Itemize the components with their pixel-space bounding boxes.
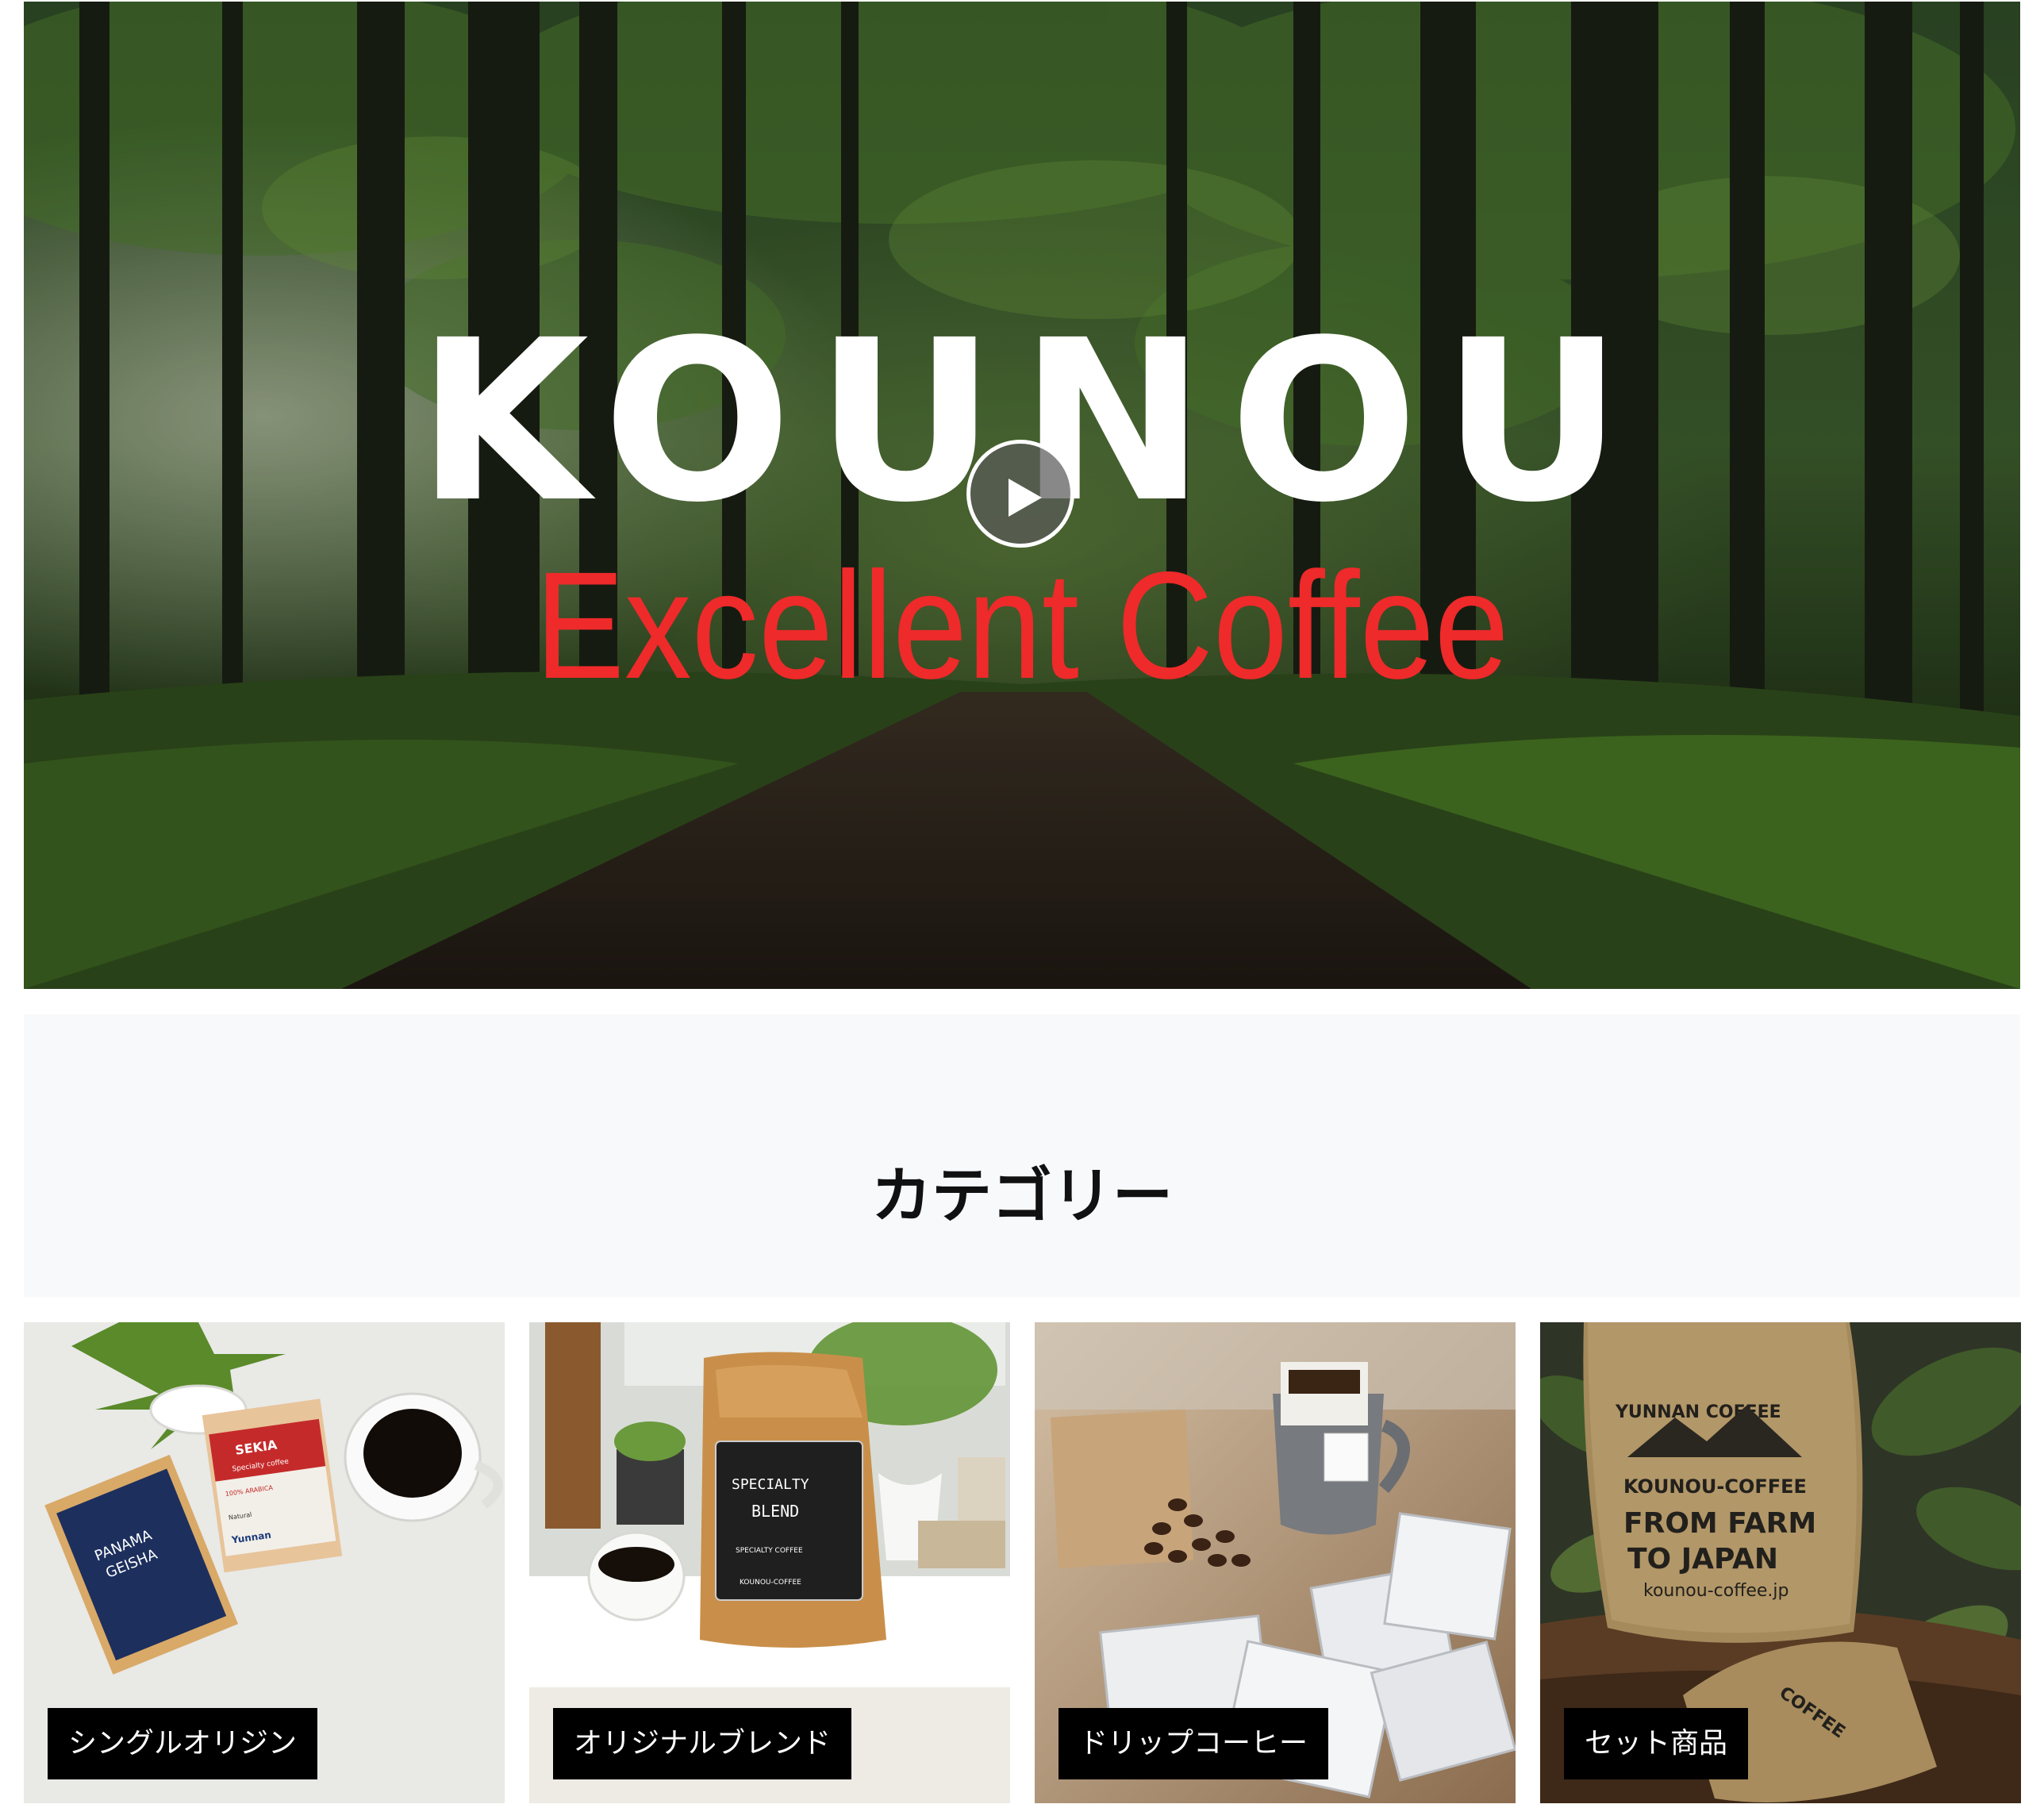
hero-subtitle: Excellent Coffee: [535, 540, 1509, 710]
play-icon: [1009, 479, 1042, 517]
svg-text:SPECIALTY: SPECIALTY: [732, 1476, 809, 1493]
svg-text:BLEND: BLEND: [751, 1502, 799, 1521]
svg-text:TO JAPAN: TO JAPAN: [1627, 1543, 1778, 1575]
category-card-single-origin[interactable]: SEKIA Specialty coffee 100% ARABICA Natu…: [24, 1322, 505, 1803]
category-card-drip-coffee[interactable]: ドリップコーヒー: [1035, 1322, 1516, 1803]
svg-text:kounou-coffee.jp: kounou-coffee.jp: [1643, 1581, 1789, 1601]
play-button[interactable]: [966, 440, 1074, 548]
category-label[interactable]: オリジナルブレンド: [553, 1708, 852, 1779]
category-section-header: カテゴリー: [24, 1014, 2020, 1297]
category-label[interactable]: シングルオリジン: [48, 1708, 318, 1779]
svg-text:SPECIALTY COFFEE: SPECIALTY COFFEE: [736, 1547, 803, 1555]
svg-text:KOUNOU-COFFEE: KOUNOU-COFFEE: [1623, 1475, 1807, 1498]
category-card-original-blend[interactable]: SPECIALTY BLEND SPECIALTY COFFEE KOUNOU-…: [529, 1322, 1010, 1803]
category-heading: カテゴリー: [871, 1160, 1173, 1232]
category-card-set-products[interactable]: YUNNAN COFFEE KOUNOU-COFFEE FROM FARM TO…: [1540, 1322, 2021, 1803]
category-label[interactable]: セット商品: [1564, 1708, 1749, 1779]
hero-video[interactable]: KOUNOU Excellent Coffee: [24, 2, 2020, 989]
svg-text:KOUNOU-COFFEE: KOUNOU-COFFEE: [740, 1579, 801, 1587]
category-label[interactable]: ドリップコーヒー: [1058, 1708, 1329, 1779]
svg-text:FROM FARM: FROM FARM: [1623, 1507, 1816, 1540]
